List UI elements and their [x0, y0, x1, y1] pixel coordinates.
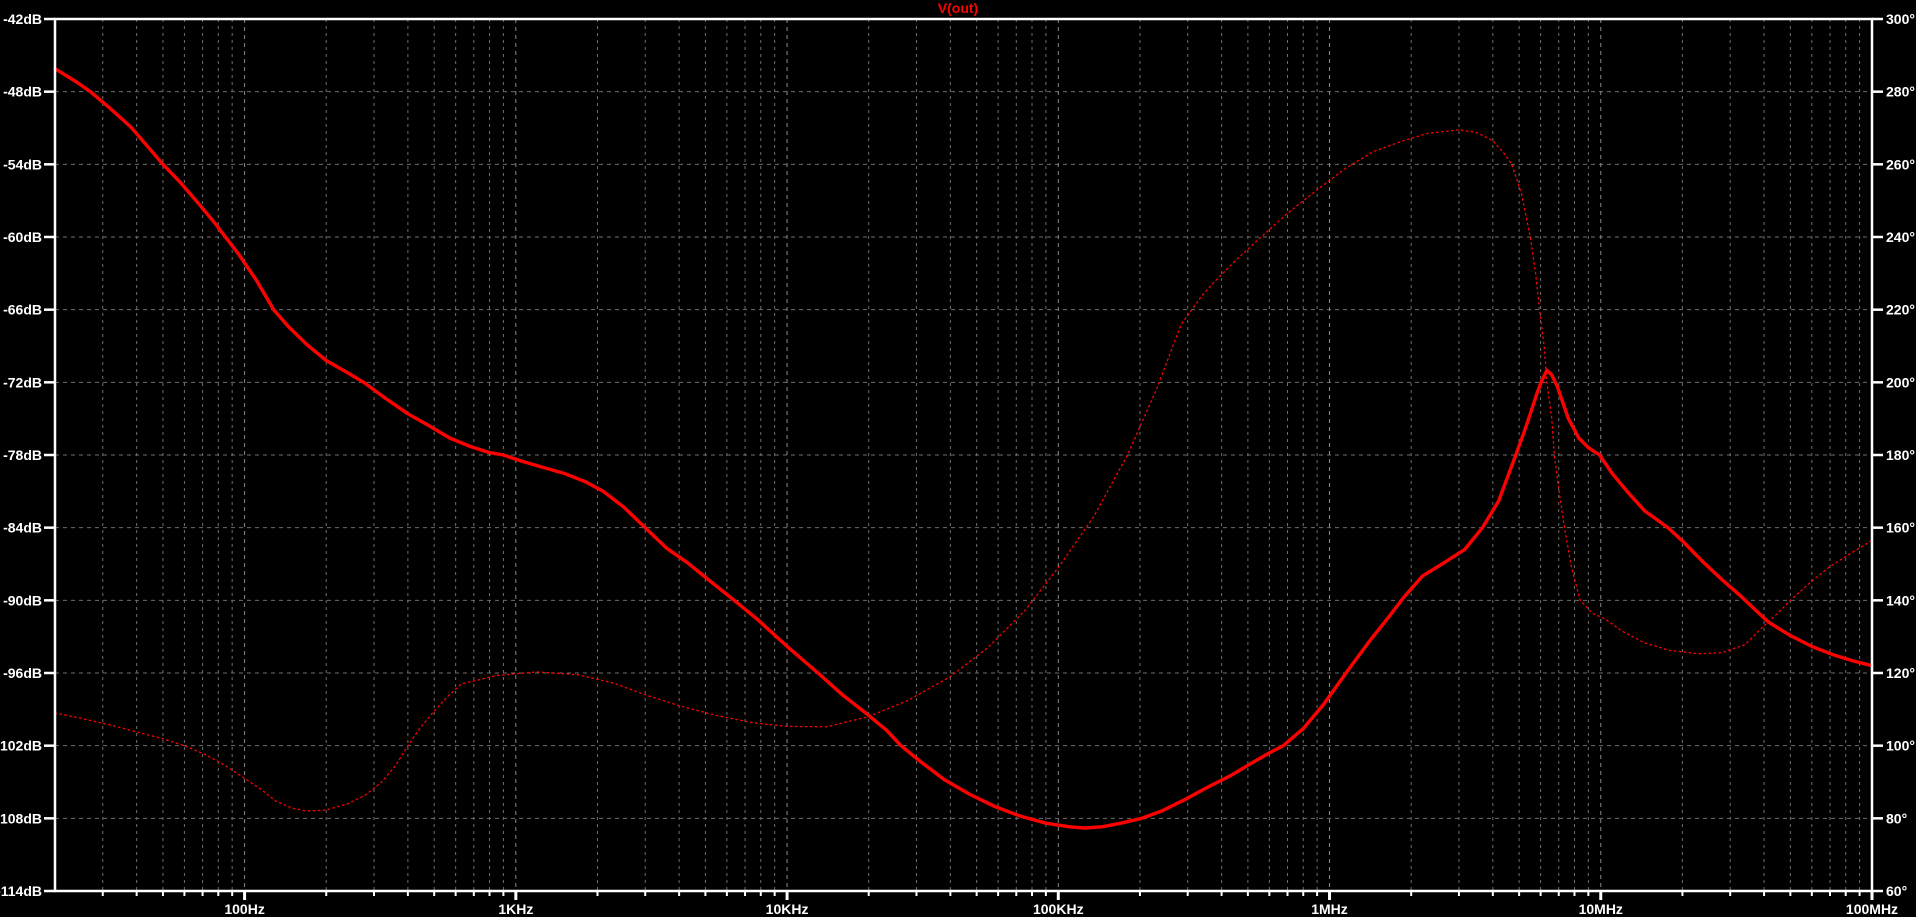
- y-right-tick-label: 100°: [1886, 738, 1915, 754]
- y-left-tick-label: -102dB: [0, 738, 42, 754]
- x-tick-label: 10MHz: [1579, 901, 1623, 917]
- y-left-tick-label: -90dB: [3, 592, 42, 608]
- x-tick-label: 10KHz: [766, 901, 809, 917]
- y-left-tick-label: -78dB: [3, 447, 42, 463]
- y-right-tick-label: 300°: [1886, 11, 1915, 27]
- y-right-tick-label: 220°: [1886, 302, 1915, 318]
- y-left-tick-label: -72dB: [3, 374, 42, 390]
- x-tick-label: 100MHz: [1846, 901, 1898, 917]
- y-left-tick-label: -60dB: [3, 229, 42, 245]
- y-left-tick-label: -66dB: [3, 302, 42, 318]
- y-left-tick-label: -96dB: [3, 665, 42, 681]
- plot-title: V(out): [938, 0, 978, 16]
- y-right-tick-label: 140°: [1886, 592, 1915, 608]
- x-tick-label: 100KHz: [1033, 901, 1084, 917]
- magnitude-trace: [53, 67, 1874, 830]
- trace-curves: [53, 67, 1874, 830]
- x-tick-label: 1MHz: [1311, 901, 1348, 917]
- phase-trace: [54, 129, 1873, 812]
- y-left-tick-label: -54dB: [3, 156, 42, 172]
- y-left-tick-label: -84dB: [3, 520, 42, 536]
- x-tick-label: 100Hz: [224, 901, 264, 917]
- waveform-viewer: -42dB -48dB -54dB -60dB -66dB -72dB -78dB -84dB…: [0, 0, 1916, 917]
- y-right-tick-label: 120°: [1886, 665, 1915, 681]
- y-left-tick-label: -114dB: [0, 883, 42, 899]
- axes: [44, 17, 1883, 900]
- y-right-tick-label: 280°: [1886, 84, 1915, 100]
- y-right-tick-label: 240°: [1886, 229, 1915, 245]
- x-tick-label: 1KHz: [498, 901, 533, 917]
- axis-labels: -42dB -48dB -54dB -60dB -66dB -72dB -78dB -84dB…: [0, 11, 1915, 917]
- y-right-tick-label: 180°: [1886, 447, 1915, 463]
- y-right-tick-label: 200°: [1886, 374, 1915, 390]
- y-right-tick-label: 60°: [1886, 883, 1907, 899]
- y-right-tick-label: 260°: [1886, 156, 1915, 172]
- y-right-tick-label: 80°: [1886, 810, 1907, 826]
- y-left-tick-label: -42dB: [3, 11, 42, 27]
- y-left-tick-label: -48dB: [3, 84, 42, 100]
- y-left-tick-label: -108dB: [0, 810, 42, 826]
- y-right-tick-label: 160°: [1886, 520, 1915, 536]
- bode-plot: -42dB -48dB -54dB -60dB -66dB -72dB -78dB -84dB…: [0, 0, 1915, 917]
